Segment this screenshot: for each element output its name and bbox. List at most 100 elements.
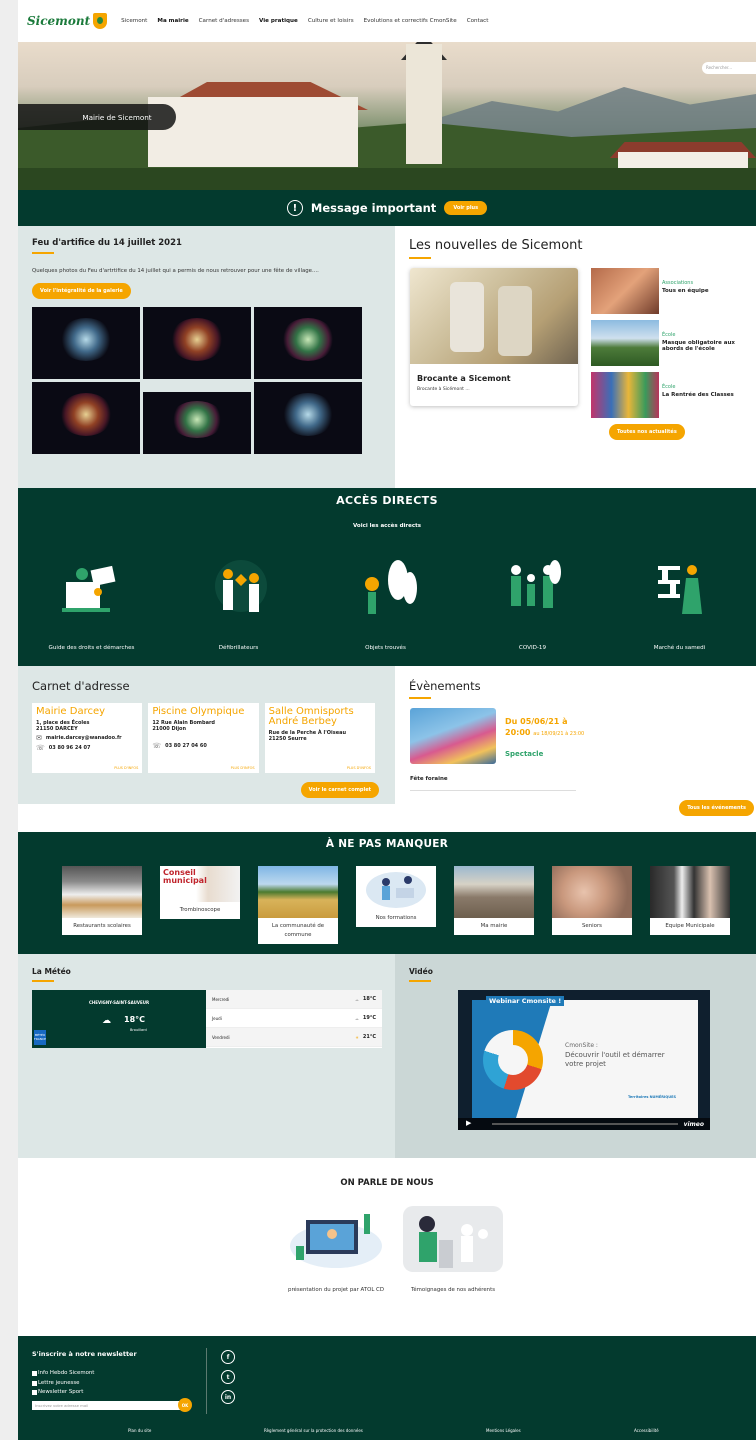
phone-text[interactable]: 03 80 96 24 07 (49, 745, 91, 751)
dont-miss-item[interactable]: Seniors (552, 866, 632, 944)
event-name[interactable]: Fête foraine (410, 776, 448, 782)
news-item[interactable]: École Masque obligatoire aux abords de l'… (591, 320, 751, 366)
more-info-link[interactable]: PLUS D'INFOS (347, 766, 371, 770)
video-player[interactable]: Webinar Cmonsite ! CmonSite : Découvrir … (458, 990, 710, 1130)
checkbox-icon[interactable] (32, 1390, 37, 1396)
newsletter-option[interactable]: Info Hebdo Sicemont (32, 1369, 94, 1379)
all-news-button[interactable]: Toutes nos actualités (609, 424, 685, 440)
dont-miss-item[interactable]: La communauté de commune (258, 866, 338, 944)
gallery-button[interactable]: Voir l'intégralité de la galerie (32, 283, 131, 299)
dont-miss-image (62, 866, 142, 918)
testimonial-icon (419, 1216, 488, 1268)
play-icon[interactable]: ▶ (466, 1119, 486, 1129)
nav-item-carnet[interactable]: Carnet d'adresses (199, 18, 249, 24)
news-item-thumb (591, 372, 659, 418)
nav-item-sicemont[interactable]: Sicemont (121, 18, 147, 24)
gallery-photo[interactable] (32, 307, 140, 379)
gallery-photo[interactable] (254, 382, 362, 454)
address-card[interactable]: Piscine Olympique 12 Rue Alain Bombard 2… (148, 703, 259, 773)
newsletter-option[interactable]: Lettre jeunesse (32, 1379, 94, 1389)
news-item-title: Masque obligatoire aux abords de l'école (662, 340, 735, 352)
address-card-name: Mairie Darcey (36, 706, 106, 717)
gallery-photo[interactable] (143, 307, 251, 379)
more-info-link[interactable]: PLUS D'INFOS (231, 766, 255, 770)
press-item[interactable]: Témoignages de nos adhérents (403, 1206, 503, 1295)
news-item-category: Associations (662, 280, 694, 286)
twitter-icon[interactable]: t (221, 1370, 235, 1384)
dont-miss-item[interactable]: Equipe Municipale (650, 866, 730, 944)
nav-item-vie-pratique[interactable]: Vie pratique (259, 18, 298, 24)
heading-underline (409, 980, 431, 982)
weather-city: CHEVIGNY-SAINT-SAUVEUR (88, 1000, 150, 1005)
vimeo-logo[interactable]: vimeo (684, 1121, 704, 1128)
access-market[interactable]: Marché du samedi (606, 558, 753, 653)
dont-miss-item[interactable]: Restaurants scolaires (62, 866, 142, 944)
forecast-temp: 21°C (362, 1034, 376, 1040)
nav-item-evolutions[interactable]: Evolutions et correctifs CmonSite (364, 18, 457, 24)
footer-divider (206, 1348, 207, 1414)
newsletter-option[interactable]: Newsletter Sport (32, 1388, 94, 1398)
nav-item-culture[interactable]: Culture et loisirs (308, 18, 354, 24)
email-text[interactable]: mairie.darcey@wanadoo.fr (46, 735, 122, 741)
event-type: Spectacle (505, 750, 544, 758)
newsletter-option-label: Newsletter Sport (38, 1389, 84, 1395)
access-covid[interactable]: COVID-19 (459, 558, 606, 653)
weather-desc: Brouillard (130, 1028, 147, 1032)
dont-miss-title: À NE PAS MANQUER (325, 838, 449, 850)
dont-miss-image (650, 866, 730, 918)
nav-item-ma-mairie[interactable]: Ma mairie (157, 18, 188, 24)
video-progress[interactable] (492, 1123, 678, 1125)
sun-icon: ☀ (355, 1034, 359, 1040)
address-card[interactable]: Mairie Darcey 1, place des Écoles 21150 … (32, 703, 143, 773)
message-title: Message important (310, 201, 437, 215)
all-events-button[interactable]: Tous les événements (679, 800, 754, 816)
search-input[interactable]: Rechercher... (702, 62, 756, 74)
dont-miss-item[interactable]: Nos formations (356, 866, 436, 944)
linkedin-icon[interactable]: in (221, 1390, 235, 1404)
site-logo[interactable]: Sicemont (27, 13, 108, 29)
forecast-temp: 19°C (362, 1015, 376, 1021)
footer-link-legal[interactable]: Mentions Légales (486, 1428, 521, 1433)
left-margin (0, 0, 18, 1440)
gallery-text: Quelques photos du Feu d'artrtifice du 1… (32, 268, 319, 274)
dont-miss-label: La communauté de commune (258, 918, 338, 944)
dont-miss-item[interactable]: Ma mairie (454, 866, 534, 944)
hero-church-tower (406, 44, 442, 164)
footer: S'inscrire à notre newsletter Info Hebdo… (18, 1336, 756, 1440)
gallery-photo[interactable] (143, 392, 251, 454)
news-item[interactable]: École La Rentrée des Classes (591, 372, 751, 418)
access-defibrillators[interactable]: Défibrillateurs (165, 558, 312, 653)
dont-miss-item[interactable]: Conseil municipal Trombinoscope (160, 866, 240, 944)
dont-miss-label: Restaurants scolaires (62, 918, 142, 935)
gallery-photo[interactable] (254, 307, 362, 379)
access-guide[interactable]: Guide des droits et démarches (18, 558, 165, 653)
news-item[interactable]: Associations Tous en équipe (591, 268, 751, 314)
news-main-card[interactable]: Brocante a Sicemont Brocante à Sicémont … (410, 268, 578, 406)
address-card-email: ✉ mairie.darcey@wanadoo.fr (36, 734, 138, 742)
footer-link-sitemap[interactable]: Plan du site (128, 1428, 151, 1433)
nav-item-contact[interactable]: Contact (467, 18, 489, 24)
checkbox-icon[interactable] (32, 1371, 37, 1377)
more-info-link[interactable]: PLUS D'INFOS (114, 766, 138, 770)
full-address-book-button[interactable]: Voir le carnet complet (300, 782, 379, 798)
press-title: ON PARLE DE NOUS (340, 1178, 434, 1188)
checkbox-icon[interactable] (32, 1380, 37, 1386)
event-image[interactable] (410, 708, 496, 764)
heading-underline (32, 980, 54, 982)
footer-link-accessibility[interactable]: Accessibilité (634, 1428, 659, 1433)
address-card-address: 1, place des Écoles 21150 DARCEY (36, 720, 90, 732)
access-lost-items[interactable]: Objets trouvés (312, 558, 459, 653)
newsletter-submit-button[interactable]: OK (178, 1398, 192, 1412)
footer-link-rgpd[interactable]: Règlement général sur la protection des … (264, 1428, 363, 1433)
facebook-icon[interactable]: f (221, 1350, 235, 1364)
newsletter-email-input[interactable]: Inscrivez votre adresse mail (32, 1401, 180, 1410)
gallery-photo[interactable] (32, 382, 140, 454)
page: Sicemont Sicemont Ma mairie Carnet d'adr… (18, 0, 756, 1440)
address-card[interactable]: Salle Omnisports André Berbey Rue de la … (264, 703, 375, 773)
press-item[interactable]: présentation du projet par ATOL CD (286, 1206, 386, 1295)
gallery-title: Feu d'artifice du 14 juillet 2021 (32, 238, 182, 248)
message-more-button[interactable]: Voir plus (444, 201, 488, 215)
phone-text[interactable]: 03 80 27 04 60 (165, 743, 207, 749)
forecast-day: Jeudi (212, 1015, 222, 1021)
phone-icon: ☏ (36, 744, 45, 752)
